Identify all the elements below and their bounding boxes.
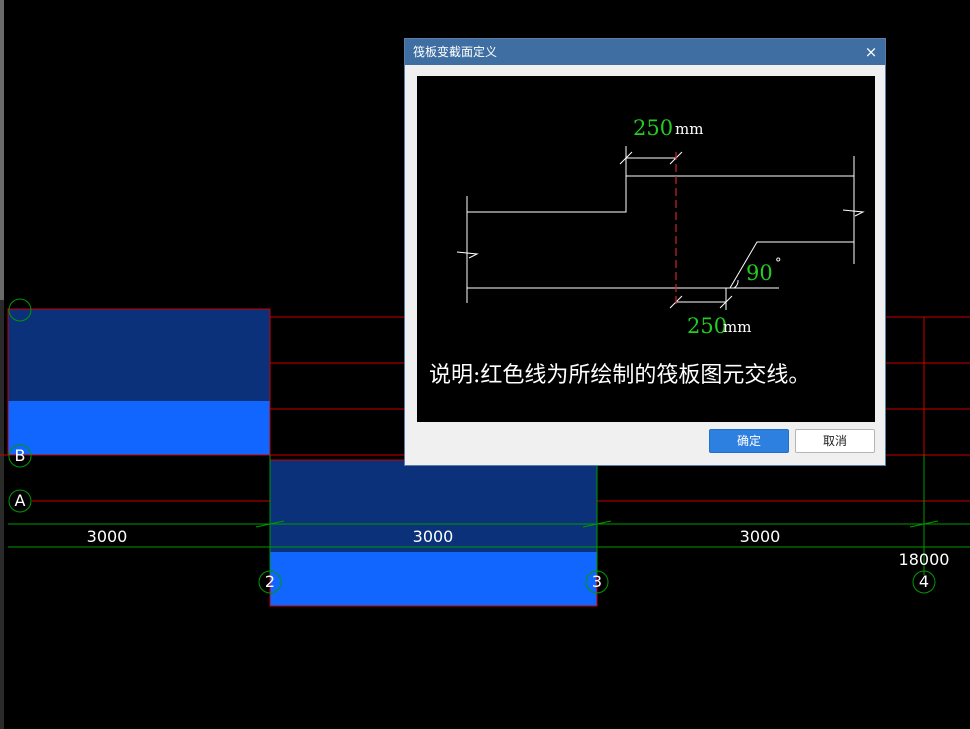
- angle-unit: °: [775, 256, 782, 271]
- angle-value: 90: [746, 261, 773, 285]
- top-dim-value: 250: [633, 116, 674, 140]
- axis-letter-b: B: [14, 446, 26, 465]
- dimension-label: 3000: [739, 527, 781, 546]
- dialog-titlebar[interactable]: 筏板变截面定义: [405, 39, 885, 65]
- axis-number-2: 2: [264, 572, 276, 591]
- raft-slab-light: [8, 401, 270, 455]
- close-icon[interactable]: ×: [863, 39, 879, 65]
- top-dim-unit: mm: [675, 120, 704, 138]
- ok-button[interactable]: 确定: [709, 429, 789, 453]
- dimension-label: 3000: [412, 527, 454, 546]
- axis-number-4: 4: [918, 572, 930, 591]
- cancel-button[interactable]: 取消: [795, 429, 875, 453]
- total-dimension-label: 18000: [898, 550, 950, 569]
- raft-section-dialog: 筏板变截面定义 × 250 mm 90 ° 250 mm 说明:红色线为所绘制的…: [404, 38, 886, 466]
- preview-note: 说明:红色线为所绘制的筏板图元交线。: [429, 363, 811, 388]
- axis-number-3: 3: [591, 572, 603, 591]
- raft-slab-light: [270, 552, 597, 606]
- dialog-title: 筏板变截面定义: [413, 45, 498, 59]
- angle-arc: [733, 279, 739, 289]
- dimension-label: 3000: [86, 527, 128, 546]
- section-preview: 250 mm 90 ° 250 mm 说明:红色线为所绘制的筏板图元交线。: [417, 76, 875, 422]
- bottom-dim-value: 250: [687, 314, 728, 338]
- right-break-symbol: [842, 209, 865, 217]
- bottom-dim-unit: mm: [723, 318, 752, 336]
- axis-letter-a: A: [14, 491, 26, 510]
- raft-slab-dark: [8, 309, 270, 401]
- slab-top-outline: [467, 175, 854, 213]
